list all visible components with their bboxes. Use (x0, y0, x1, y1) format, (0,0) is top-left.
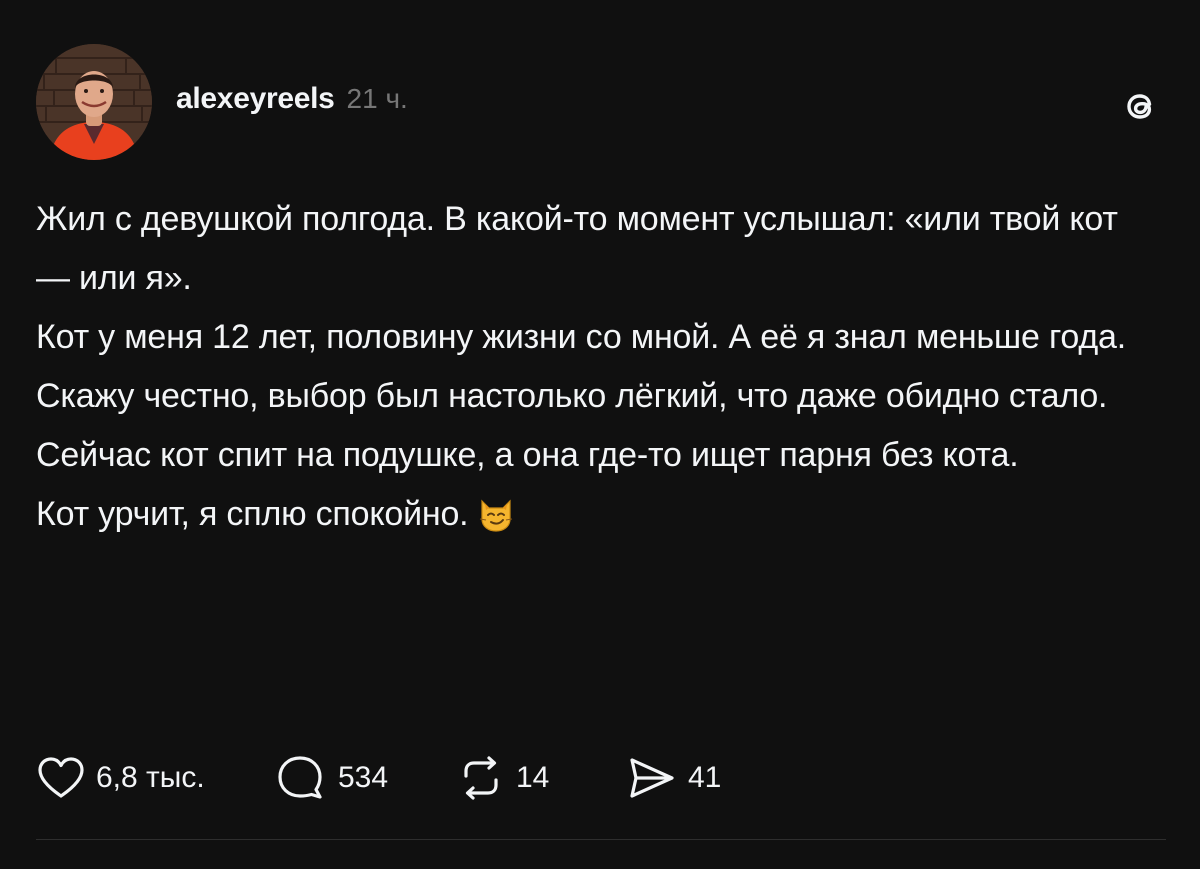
repost-icon (464, 756, 498, 800)
post-timestamp: 21 ч. (346, 83, 408, 114)
avatar[interactable] (36, 44, 152, 160)
post-body: Жил с девушкой полгода. В какой-то момен… (36, 190, 1156, 544)
comment-icon (278, 756, 322, 799)
post-paragraph-last: Кот урчит, я сплю спокойно. (36, 485, 1156, 544)
username-link[interactable]: alexeyreels (176, 82, 335, 116)
post-divider (36, 839, 1166, 840)
send-icon (630, 758, 674, 798)
post-paragraph: Сейчас кот спит на подушке, а она где-то… (36, 436, 1019, 474)
repost-count: 14 (516, 761, 550, 794)
threads-logo-icon[interactable] (1118, 84, 1162, 128)
reply-count: 534 (338, 761, 389, 794)
post-actions: 6,8 тыс. 534 14 41 (36, 752, 746, 804)
post-header: alexeyreels 21 ч. (176, 82, 408, 122)
smirking-cat-emoji-icon (476, 493, 516, 533)
share-button[interactable]: 41 (626, 754, 746, 802)
post-paragraph-last-text: Кот урчит, я сплю спокойно. (36, 495, 469, 533)
like-button[interactable]: 6,8 тыс. (36, 755, 276, 801)
post-paragraph: Жил с девушкой полгода. В какой-то момен… (36, 200, 1118, 297)
thread-post: alexeyreels 21 ч. Жил с девушкой полгода… (0, 0, 1200, 869)
heart-icon (38, 757, 84, 798)
post-paragraph: Кот у меня 12 лет, половину жизни со мно… (36, 318, 1126, 356)
avatar-photo (36, 44, 152, 160)
post-paragraph: Скажу честно, выбор был настолько лёгкий… (36, 377, 1108, 415)
share-count: 41 (688, 761, 722, 794)
reply-button[interactable]: 534 (276, 754, 456, 802)
repost-button[interactable]: 14 (456, 754, 626, 802)
like-count: 6,8 тыс. (96, 761, 205, 794)
